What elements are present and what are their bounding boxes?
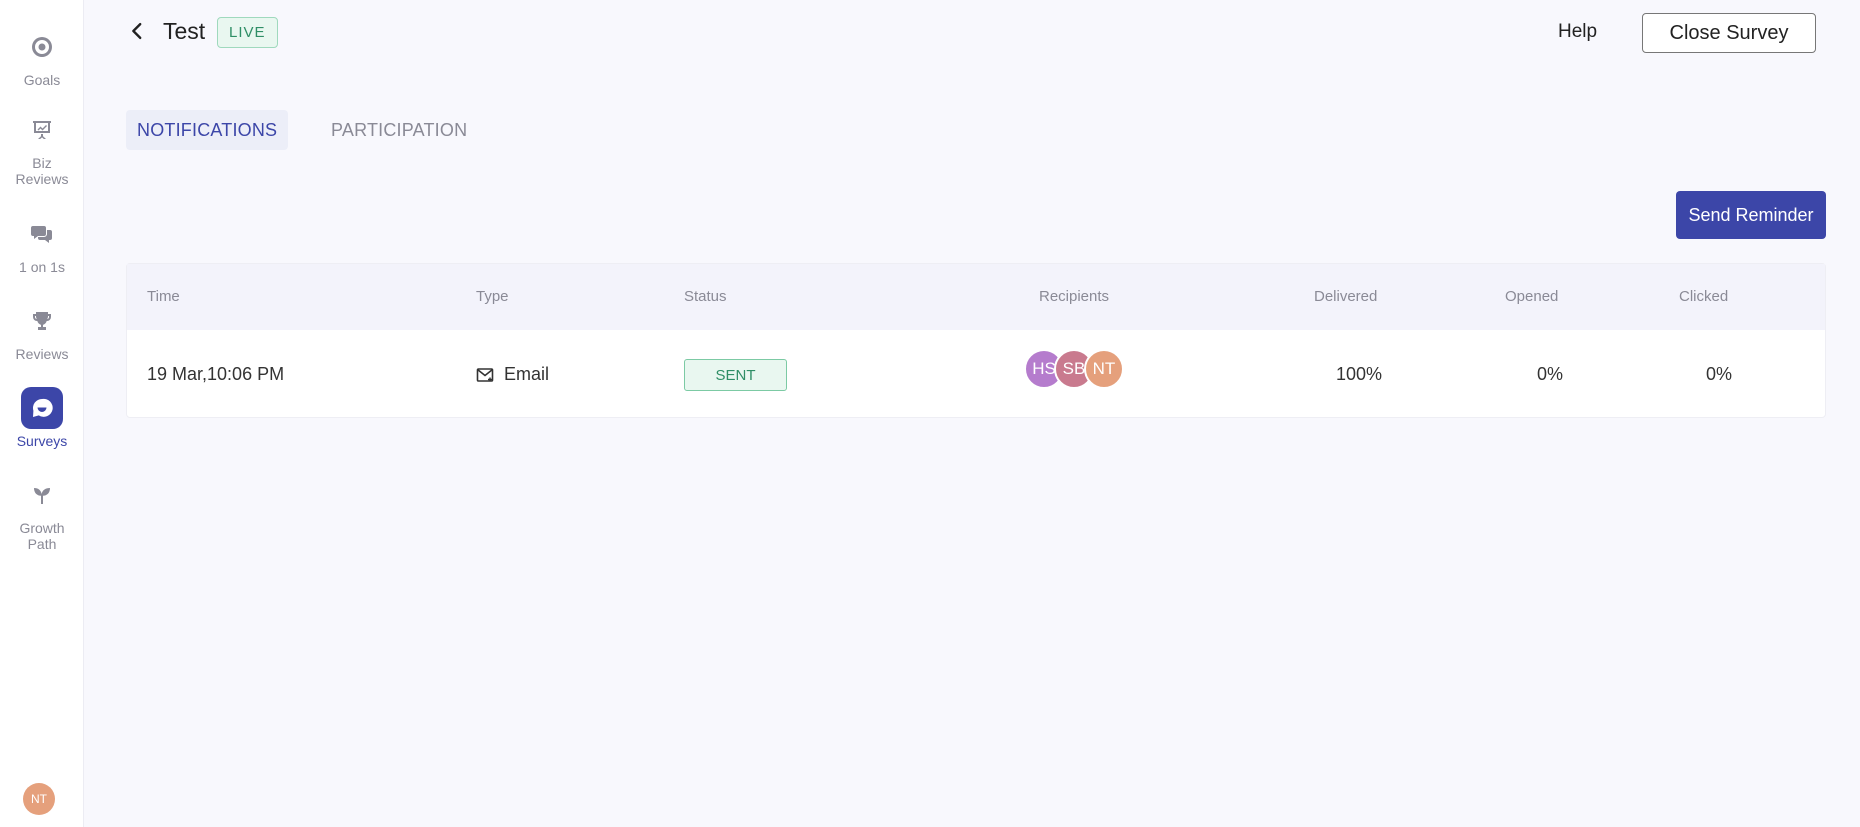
back-arrow-icon[interactable] xyxy=(126,20,148,42)
row-time: 19 Mar,10:06 PM xyxy=(147,364,285,384)
sidebar-item-goals[interactable]: Goals xyxy=(0,26,84,88)
close-survey-button[interactable]: Close Survey xyxy=(1642,13,1816,53)
help-link[interactable]: Help xyxy=(1558,21,1597,43)
column-header-opened: Opened xyxy=(1505,288,1559,305)
send-reminder-button[interactable]: Send Reminder xyxy=(1676,191,1826,239)
sprout-icon xyxy=(21,474,63,516)
column-header-delivered: Delivered xyxy=(1314,288,1378,305)
avatar[interactable]: NT xyxy=(23,783,55,815)
sidebar-item-one-on-ones[interactable]: 1 on 1s xyxy=(0,213,84,275)
tab-participation[interactable]: PARTICIPATION xyxy=(320,110,478,150)
sidebar-item-label: Surveys xyxy=(16,433,68,449)
avatar[interactable]: NT xyxy=(1084,349,1124,389)
sidebar-item-reviews[interactable]: Reviews xyxy=(0,300,84,362)
tab-notifications[interactable]: NOTIFICATIONS xyxy=(126,110,289,150)
column-header-type: Type xyxy=(476,288,509,305)
row-delivered: 100% xyxy=(1336,364,1383,384)
trophy-icon xyxy=(21,300,63,342)
sidebar-item-surveys[interactable]: Surveys xyxy=(0,387,84,449)
column-header-clicked: Clicked xyxy=(1679,288,1729,305)
row-type: Email xyxy=(504,364,550,384)
status-badge: LIVE xyxy=(217,17,278,48)
page-title: Test xyxy=(163,18,206,44)
sidebar-item-biz-reviews[interactable]: Biz Reviews xyxy=(0,109,84,187)
status-badge: SENT xyxy=(684,359,787,391)
column-header-recipients: Recipients xyxy=(1039,288,1110,305)
row-opened: 0% xyxy=(1537,364,1564,384)
column-header-status: Status xyxy=(684,288,727,305)
target-icon xyxy=(21,26,63,68)
chat-bubbles-icon xyxy=(21,213,63,255)
table-header: Time Type Status Recipients Delivered Op… xyxy=(127,264,1825,330)
sidebar-item-label: 1 on 1s xyxy=(19,259,65,275)
sidebar-item-label: Biz Reviews xyxy=(15,155,69,187)
mail-icon xyxy=(476,366,494,384)
column-header-time: Time xyxy=(147,288,180,305)
presentation-icon xyxy=(21,109,63,151)
survey-bubble-icon xyxy=(21,387,63,429)
sidebar-item-label: Reviews xyxy=(15,346,69,362)
sidebar-item-label: Goals xyxy=(23,72,61,88)
sidebar-item-growth-path[interactable]: Growth Path xyxy=(0,474,84,552)
row-clicked: 0% xyxy=(1706,364,1733,384)
notifications-table: Time Type Status Recipients Delivered Op… xyxy=(126,263,1826,418)
sidebar: Goals Biz Reviews 1 on 1s Reviews Survey… xyxy=(0,0,84,827)
sidebar-item-label: Growth Path xyxy=(19,520,65,552)
